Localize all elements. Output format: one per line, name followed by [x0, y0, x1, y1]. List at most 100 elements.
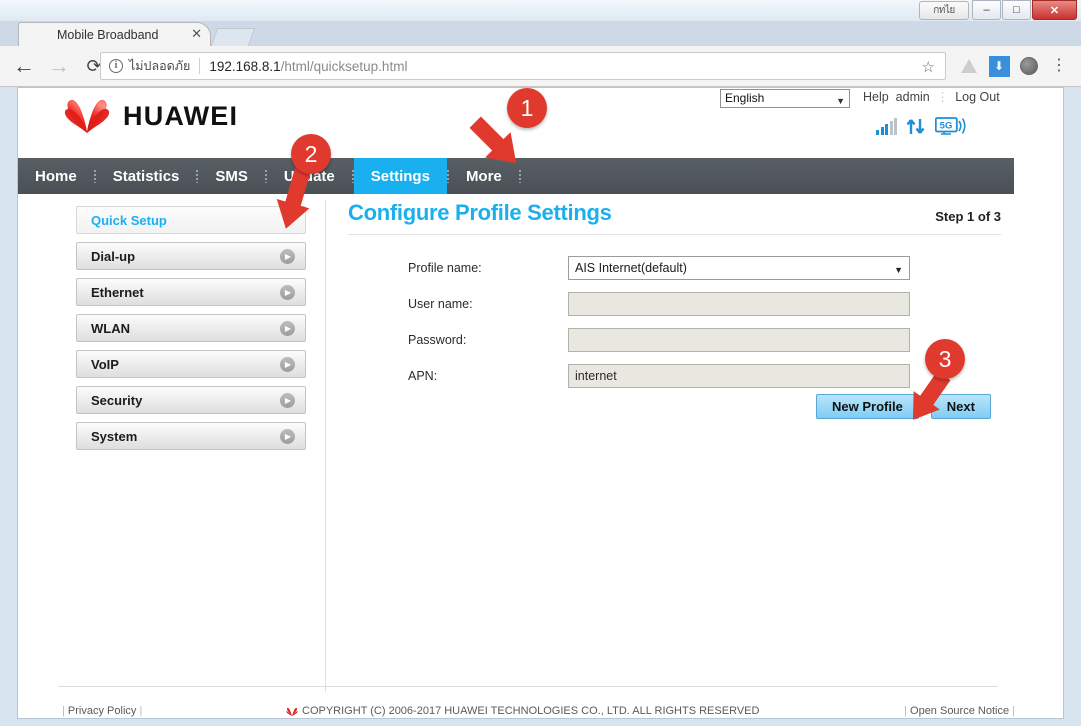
- profile-form: Profile name: AIS Internet(default) ▼ Us…: [408, 256, 910, 400]
- profile-name-select[interactable]: AIS Internet(default) ▼: [568, 256, 910, 280]
- chevron-right-icon: ▶: [280, 429, 295, 444]
- pipe: |: [1012, 705, 1015, 717]
- maximize-button[interactable]: □: [1002, 0, 1031, 20]
- bookmark-star-icon[interactable]: ☆: [922, 58, 935, 76]
- browser-menu-icon[interactable]: ⋮: [1045, 52, 1073, 80]
- pipe: |: [904, 705, 907, 717]
- back-icon[interactable]: ←: [9, 51, 39, 81]
- form-row-user-name: User name:: [408, 292, 910, 316]
- window-bottom-edge: [0, 719, 1081, 726]
- open-source-notice-link[interactable]: | Open Source Notice |: [904, 705, 1015, 717]
- chevron-right-icon: ▶: [280, 321, 295, 336]
- form-row-password: Password:: [408, 328, 910, 352]
- status-icons: 5G: [876, 117, 967, 135]
- address-bar[interactable]: i ไม่ปลอดภัย 192.168.8.1 /html/quicksetu…: [100, 52, 946, 80]
- url-path: /html/quicksetup.html: [280, 58, 408, 74]
- url-host: 192.168.8.1: [209, 58, 281, 74]
- nav-item-settings[interactable]: Settings: [353, 158, 447, 194]
- user-label[interactable]: admin: [896, 90, 930, 104]
- copyright-notice: COPYRIGHT (C) 2006-2017 HUAWEI TECHNOLOG…: [286, 705, 759, 717]
- sidebar-item-system[interactable]: System ▶: [76, 422, 306, 450]
- 5g-network-icon: 5G: [935, 117, 966, 135]
- sidebar-item-label: Quick Setup: [91, 212, 167, 228]
- field-label: Profile name:: [408, 261, 482, 275]
- sidebar-item-dial-up[interactable]: Dial-up ▶: [76, 242, 306, 270]
- annotation-badge-2: 2: [291, 134, 331, 174]
- browser-toolbar: ← → ⟳ i ไม่ปลอดภัย 192.168.8.1 /html/qui…: [0, 46, 1081, 87]
- apn-input[interactable]: internet: [568, 364, 910, 388]
- vertical-divider: [325, 200, 326, 692]
- profile-name-value: AIS Internet(default): [575, 261, 687, 275]
- content-panel: Configure Profile Settings Step 1 of 3 P…: [348, 200, 1003, 419]
- browser-tab[interactable]: Mobile Broadband ✕: [18, 22, 211, 46]
- header-links: Help admin ⋮ Log Out: [863, 89, 1000, 104]
- sidebar-item-label: WLAN: [91, 320, 130, 336]
- tab-title: Mobile Broadband: [57, 27, 159, 42]
- brand-name: HUAWEI: [123, 100, 239, 131]
- privacy-policy-link[interactable]: | Privacy Policy |: [62, 705, 142, 717]
- sidebar-item-label: Dial-up: [91, 248, 136, 264]
- sidebar: Quick Setup Dial-up ▶ Ethernet ▶ WLAN ▶ …: [76, 206, 306, 458]
- sidebar-item-ethernet[interactable]: Ethernet ▶: [76, 278, 306, 306]
- divider: [58, 686, 998, 687]
- brand-logo: HUAWEI: [60, 98, 238, 134]
- divider: ⋮: [936, 90, 949, 104]
- sidebar-item-wlan[interactable]: WLAN ▶: [76, 314, 306, 342]
- divider: [348, 234, 1001, 235]
- sidebar-item-label: Security: [91, 392, 143, 408]
- info-icon[interactable]: i: [109, 59, 123, 73]
- forward-icon[interactable]: →: [44, 51, 74, 81]
- page-title: Configure Profile Settings: [348, 200, 612, 225]
- film-icon[interactable]: [1015, 52, 1043, 80]
- close-icon[interactable]: ✕: [191, 27, 202, 41]
- new-tab-button[interactable]: [210, 28, 256, 46]
- chevron-right-icon: ▶: [280, 393, 295, 408]
- password-input[interactable]: [568, 328, 910, 352]
- sidebar-item-label: VoIP: [91, 356, 119, 372]
- field-label: Password:: [408, 333, 467, 347]
- help-link[interactable]: Help: [863, 90, 889, 104]
- download-icon[interactable]: ⬇: [985, 52, 1013, 80]
- field-label: APN:: [408, 369, 438, 383]
- tab-strip: Mobile Broadband ✕: [0, 22, 1081, 46]
- divider: [199, 58, 201, 74]
- pipe: |: [139, 705, 143, 717]
- chevron-down-icon: ▼: [894, 265, 903, 275]
- sidebar-item-security[interactable]: Security ▶: [76, 386, 306, 414]
- sidebar-item-label: Ethernet: [91, 284, 144, 300]
- page-footer: | Privacy Policy | COPYRIGHT (C) 2006-20…: [18, 705, 1063, 718]
- extension-icons: ⬇ ⋮: [953, 52, 1073, 80]
- huawei-flower-icon: [64, 99, 110, 133]
- huawei-flower-icon: [286, 707, 298, 716]
- minimize-button[interactable]: –: [972, 0, 1001, 20]
- security-status-text: ไม่ปลอดภัย: [129, 59, 191, 73]
- nav-item-home[interactable]: Home: [18, 158, 94, 194]
- step-indicator: Step 1 of 3: [935, 209, 1001, 224]
- data-transfer-icon: [906, 119, 925, 134]
- drive-icon[interactable]: [955, 52, 983, 80]
- language-value: English: [725, 91, 765, 105]
- pipe: |: [62, 705, 65, 717]
- annotation-badge-1: 1: [507, 88, 547, 128]
- chevron-right-icon: ▶: [280, 249, 295, 264]
- window-controls: – □ ✕: [971, 0, 1077, 20]
- copyright-text: COPYRIGHT (C) 2006-2017 HUAWEI TECHNOLOG…: [302, 705, 760, 717]
- field-label: User name:: [408, 297, 473, 311]
- nav-item-statistics[interactable]: Statistics: [96, 158, 197, 194]
- chevron-right-icon: ▶: [280, 285, 295, 300]
- browser-window: กทไย – □ ✕ Mobile Broadband ✕ ← → ⟳ i ไม…: [0, 0, 1081, 726]
- annotation-badge-3: 3: [925, 339, 965, 379]
- ime-indicator[interactable]: กทไย: [919, 1, 969, 20]
- form-row-apn: APN: internet: [408, 364, 910, 388]
- title-bar: กทไย – □ ✕: [0, 0, 1081, 22]
- logout-link[interactable]: Log Out: [955, 90, 999, 104]
- user-name-input[interactable]: [568, 292, 910, 316]
- sidebar-item-voip[interactable]: VoIP ▶: [76, 350, 306, 378]
- open-source-label: Open Source Notice: [910, 705, 1010, 717]
- chevron-right-icon: ▶: [280, 357, 295, 372]
- privacy-policy-label: Privacy Policy: [67, 705, 137, 717]
- language-select[interactable]: English ▼: [720, 89, 850, 108]
- close-button[interactable]: ✕: [1032, 0, 1077, 20]
- form-row-profile-name: Profile name: AIS Internet(default) ▼: [408, 256, 910, 280]
- signal-bars-icon: [876, 118, 897, 135]
